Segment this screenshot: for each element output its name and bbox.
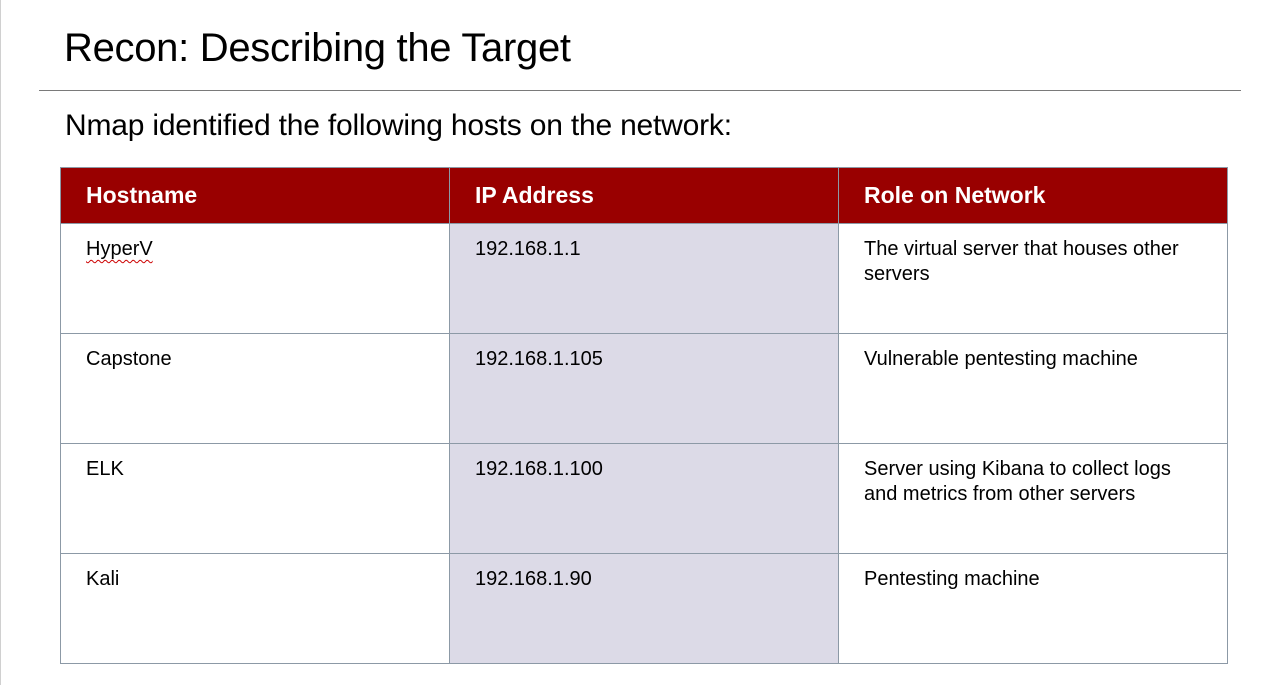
- slide: Recon: Describing the Target Nmap identi…: [0, 0, 1277, 685]
- hostname-cell: Capstone: [60, 333, 450, 444]
- hostname-cell: Kali: [60, 553, 450, 664]
- table-row: HyperV 192.168.1.1 The virtual server th…: [60, 223, 1228, 334]
- role-cell: Vulnerable pentesting machine: [838, 333, 1228, 444]
- ip-cell: 192.168.1.1: [449, 223, 839, 334]
- ip-cell: 192.168.1.100: [449, 443, 839, 554]
- hostname-cell: ELK: [60, 443, 450, 554]
- slide-edge: [0, 0, 1, 685]
- table-header-row: Hostname IP Address Role on Network: [60, 167, 1228, 224]
- header-hostname: Hostname: [60, 167, 450, 224]
- role-cell: The virtual server that houses other ser…: [838, 223, 1228, 334]
- ip-cell: 192.168.1.105: [449, 333, 839, 444]
- hostname-text: HyperV: [86, 238, 153, 260]
- title-divider: [39, 90, 1241, 91]
- slide-title: Recon: Describing the Target: [64, 26, 571, 70]
- table-row: Kali 192.168.1.90 Pentesting machine: [60, 553, 1228, 664]
- header-ip-address: IP Address: [449, 167, 839, 224]
- role-cell: Server using Kibana to collect logs and …: [838, 443, 1228, 554]
- hostname-cell: HyperV: [60, 223, 450, 334]
- role-cell: Pentesting machine: [838, 553, 1228, 664]
- table-row: Capstone 192.168.1.105 Vulnerable pentes…: [60, 333, 1228, 444]
- ip-cell: 192.168.1.90: [449, 553, 839, 664]
- header-role-on-network: Role on Network: [838, 167, 1228, 224]
- slide-subtitle: Nmap identified the following hosts on t…: [65, 109, 732, 142]
- table-row: ELK 192.168.1.100 Server using Kibana to…: [60, 443, 1228, 554]
- hosts-table: Hostname IP Address Role on Network Hype…: [60, 167, 1228, 664]
